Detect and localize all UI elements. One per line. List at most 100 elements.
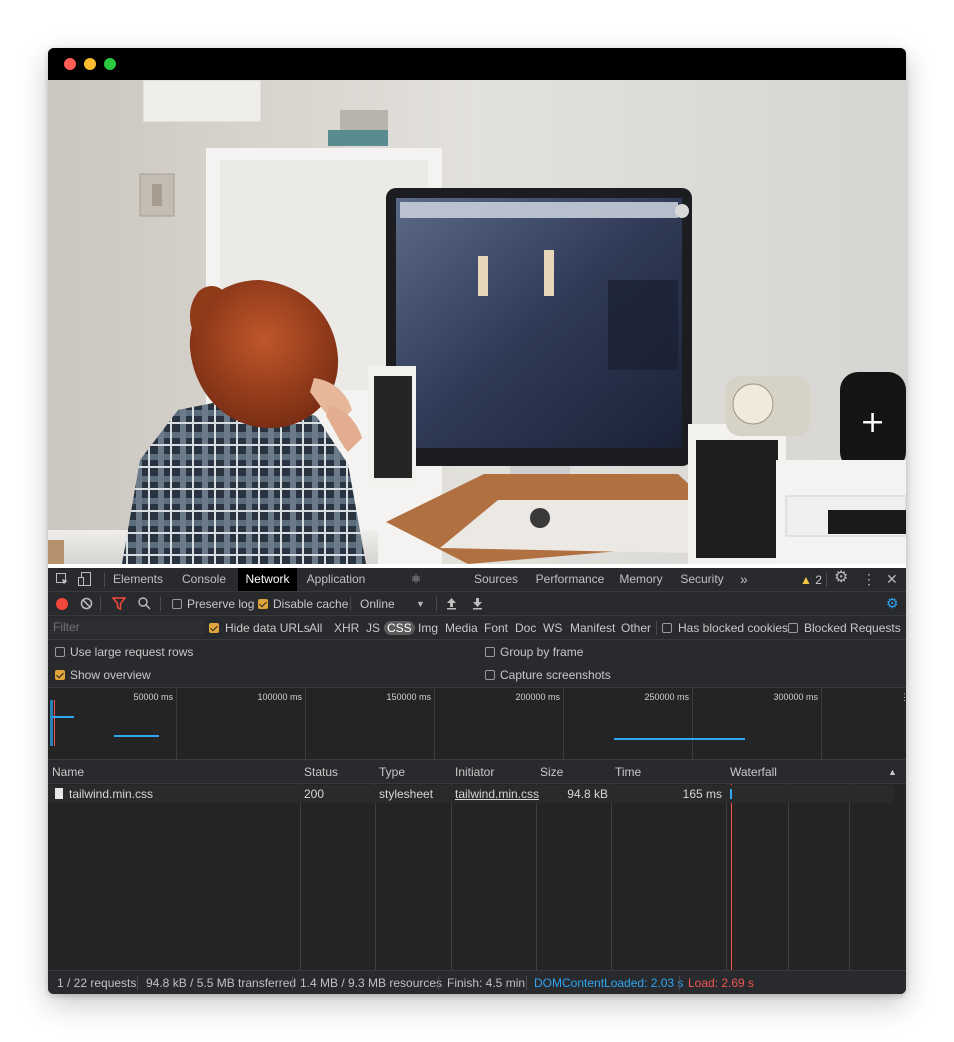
record-button[interactable] [56,598,68,610]
throttling-select[interactable]: Online [360,597,395,611]
tab-elements[interactable]: Elements [112,568,164,591]
devtools-panel: Elements Console NetworkApplication⚛ Compo… [48,564,906,994]
filter-input[interactable] [50,619,204,635]
has-blocked-cookies-label: Has blocked cookies [678,621,789,635]
filter-type-js[interactable]: JS [363,621,383,635]
request-size: 94.8 kB [567,787,608,801]
column-time[interactable]: Time [615,760,641,784]
maximize-window-button[interactable] [104,58,116,70]
filter-type-other[interactable]: Other [618,621,654,635]
column-separator [726,784,727,970]
warning-icon: ▲ [800,573,812,587]
status-divider [526,976,527,990]
import-har-icon[interactable] [446,597,457,613]
export-har-icon[interactable] [472,597,483,613]
blocked-requests-label: Blocked Requests [804,621,901,635]
status-divider [137,976,138,990]
tab-components[interactable]: ⚛ Components [376,568,456,609]
chevron-down-icon[interactable]: ▼ [416,597,425,611]
tab-divider [104,573,105,587]
filter-type-doc[interactable]: Doc [512,621,539,635]
capture-screenshots-checkbox[interactable] [485,670,495,680]
column-waterfall[interactable]: Waterfall [730,760,777,784]
column-type[interactable]: Type [379,760,405,784]
status-divider [292,976,293,990]
tab-memory[interactable]: Memory [616,568,666,591]
photo-illustration: + [48,80,906,564]
tab-network[interactable]: Network [238,568,297,591]
overview-more-icon: ⋮ [900,692,906,702]
transferred-size: 94.8 kB / 5.5 MB transferred [146,976,297,990]
waterfall-grid-line [849,784,850,970]
request-initiator-link[interactable]: tailwind.min.css [455,785,539,803]
more-options-icon[interactable]: ⋮ [862,572,876,586]
large-rows-checkbox[interactable] [55,647,65,657]
requests-table-header: Name Status Type Initiator Size Time Wat… [48,760,906,784]
warnings-indicator[interactable]: ▲ 2 [800,573,822,587]
column-initiator[interactable]: Initiator [455,760,494,784]
tab-application[interactable]: Application [301,568,371,591]
requests-count: 1 / 22 requests [57,976,137,990]
network-overview[interactable]: 50000 ms 100000 ms 150000 ms 200000 ms 25000… [48,688,906,760]
network-settings-pane: Use large request rows Group by frame Sh… [48,640,906,688]
filter-type-css[interactable]: CSS [384,621,415,635]
network-status-bar: 1 / 22 requests 94.8 kB / 5.5 MB transfe… [48,970,906,994]
overview-tick-label: 300000 ms [773,692,818,702]
column-status[interactable]: Status [304,760,338,784]
status-divider [679,976,680,990]
show-overview-checkbox[interactable] [55,670,65,680]
overview-bar [114,735,159,737]
tab-security[interactable]: Security [677,568,727,591]
sort-ascending-icon[interactable]: ▲ [888,760,897,784]
preserve-log-checkbox[interactable] [172,599,182,609]
waterfall-grid-line [788,784,789,970]
tab-sources[interactable]: Sources [471,568,521,591]
column-name[interactable]: Name [52,760,84,784]
inspect-element-icon[interactable] [56,573,69,589]
large-rows-label: Use large request rows [70,645,194,659]
finish-time: Finish: 4.5 min [447,976,526,990]
tab-performance[interactable]: Performance [532,568,608,591]
overview-handle-left[interactable] [50,700,53,746]
column-separator [611,784,612,970]
search-icon[interactable] [138,597,151,613]
filter-icon[interactable] [111,597,127,613]
load-time: Load: 2.69 s [688,976,755,990]
overview-handle-right[interactable] [54,700,55,746]
minimize-window-button[interactable] [84,58,96,70]
filter-type-ws[interactable]: WS [540,621,565,635]
capture-screenshots-label: Capture screenshots [500,668,611,682]
overview-tick-label: 150000 ms [386,692,431,702]
more-tabs-button[interactable]: » [740,568,748,591]
title-bar [48,48,906,80]
table-row[interactable]: tailwind.min.css 200 stylesheet tailwind… [48,785,894,803]
tab-console[interactable]: Console [178,568,230,591]
request-time: 165 ms [682,787,722,801]
settings-gear-icon[interactable]: ⚙ [834,570,848,586]
device-toolbar-icon[interactable] [78,572,92,590]
blocked-requests-checkbox[interactable] [788,623,798,633]
status-divider [438,976,439,990]
column-size[interactable]: Size [540,760,563,784]
close-devtools-icon[interactable]: ✕ [886,572,898,586]
disable-cache-checkbox[interactable] [258,599,268,609]
close-window-button[interactable] [64,58,76,70]
overview-grid-line [434,688,435,760]
filter-type-all[interactable]: All [306,621,325,635]
browser-window: + Elements Console Network Application ⚛… [48,48,906,994]
group-by-frame-checkbox[interactable] [485,647,495,657]
hide-data-urls-checkbox[interactable] [209,623,219,633]
filter-type-manifest[interactable]: Manifest [567,621,618,635]
toolbar-divider [350,597,351,611]
filter-type-media[interactable]: Media [442,621,481,635]
filter-type-xhr[interactable]: XHR [331,621,362,635]
filter-type-img[interactable]: Img [415,621,441,635]
overview-grid-line [821,688,822,760]
network-settings-gear-icon[interactable]: ⚙ [886,596,899,610]
column-separator [300,784,301,970]
filter-type-font[interactable]: Font [481,621,511,635]
toolbar-divider [436,597,437,611]
clear-icon[interactable] [80,597,93,613]
has-blocked-cookies-checkbox[interactable] [662,623,672,633]
group-by-frame-label: Group by frame [500,645,584,659]
